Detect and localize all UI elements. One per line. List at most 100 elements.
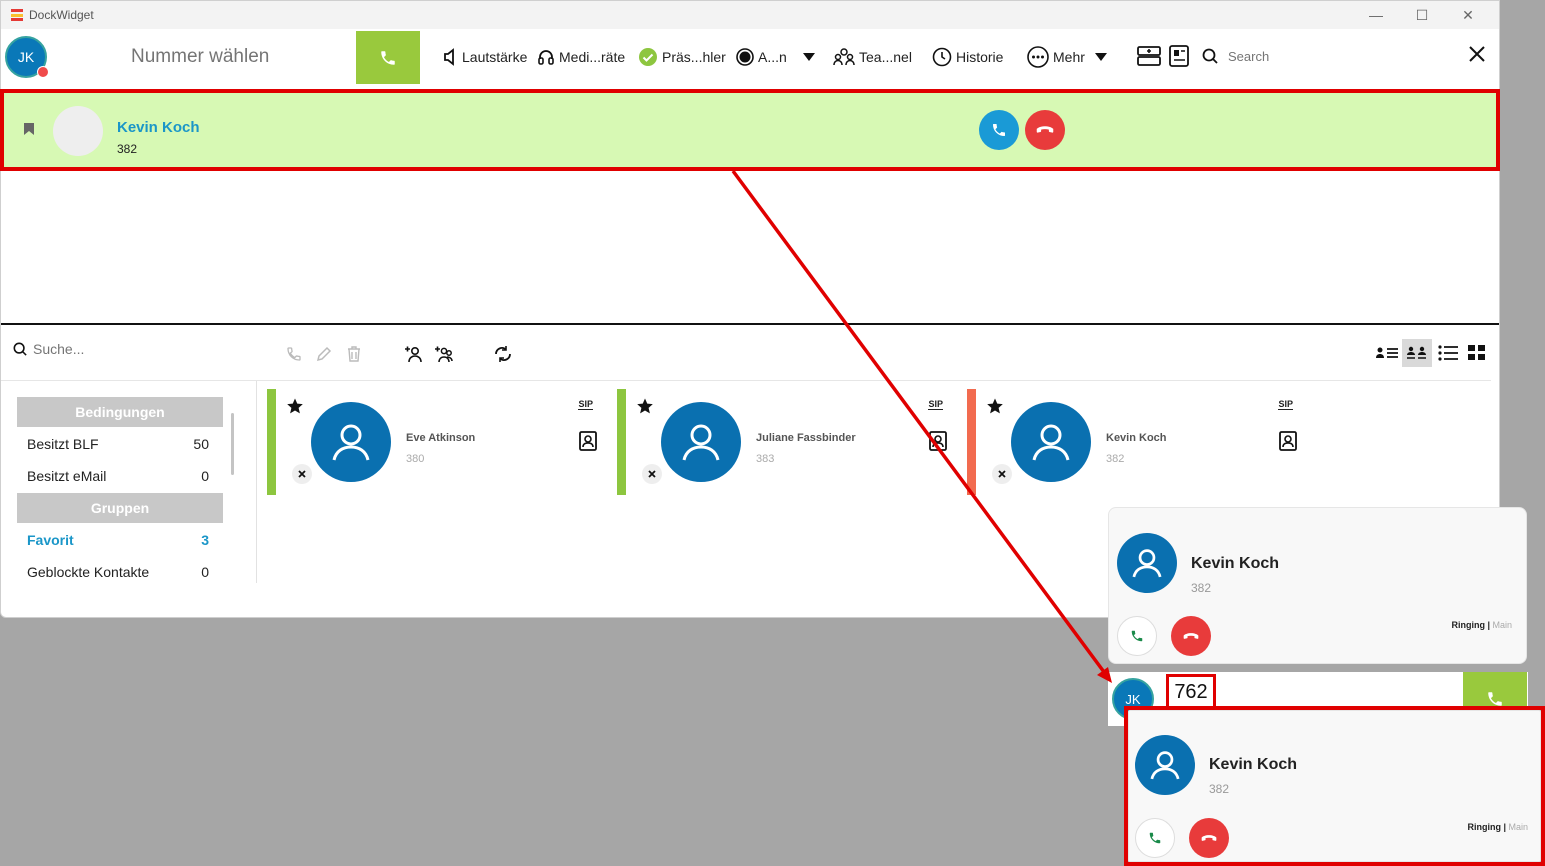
condition-blf[interactable]: Besitzt BLF 50: [27, 433, 209, 455]
remove-favorite-button[interactable]: [992, 464, 1012, 484]
dial-number-input[interactable]: [131, 43, 331, 71]
toolbar-presence-label: Präs...hler: [662, 49, 726, 65]
group-blocked[interactable]: Geblockte Kontakte 0: [27, 561, 209, 583]
phone-icon: [993, 124, 1005, 136]
layout-icon-button[interactable]: [1168, 45, 1190, 67]
filter-scrollbar[interactable]: [231, 413, 234, 475]
headset-icon: [538, 50, 554, 65]
toolbar-history[interactable]: Historie: [932, 46, 1003, 68]
contact-card[interactable]: Eve Atkinson 380 SIP: [267, 389, 607, 495]
contact-number: 383: [756, 453, 775, 465]
popup-reject-button[interactable]: [1171, 616, 1211, 656]
toolbar-volume[interactable]: Lautstärke: [442, 46, 527, 68]
search-icon: [13, 342, 27, 356]
user-icon: [332, 424, 370, 461]
answer-call-button[interactable]: [979, 110, 1019, 150]
contacts-toolbar: [1, 335, 1499, 371]
transfer-icon: [1137, 46, 1161, 66]
view-list-detail-button[interactable]: [1373, 339, 1401, 367]
toolbar-team-label: Tea...nel: [859, 49, 912, 65]
list-detail-icon: [1376, 347, 1398, 358]
call-contact-button[interactable]: [283, 343, 305, 365]
toolbar-media-devices[interactable]: Medi...räte: [537, 46, 625, 68]
maximize-icon[interactable]: ☐: [1399, 1, 1445, 29]
hangup-call-button[interactable]: [1025, 110, 1065, 150]
remove-favorite-button[interactable]: [642, 464, 662, 484]
incoming-call-popup-docked[interactable]: Kevin Koch 382 Ringing | Main: [1128, 710, 1541, 862]
transfer-icon-button[interactable]: [1136, 45, 1162, 67]
mini-dial-number[interactable]: 762: [1166, 674, 1216, 710]
user-avatar[interactable]: JK: [5, 36, 49, 78]
condition-count: 50: [193, 436, 209, 452]
incoming-call-popup[interactable]: Kevin Koch 382 Ringing | Main: [1108, 507, 1527, 664]
check-circle-icon: [639, 48, 657, 66]
star-icon[interactable]: [986, 397, 1004, 415]
popup-accept-button[interactable]: [1117, 616, 1157, 656]
popup-caller-avatar: [1135, 735, 1195, 795]
contact-name: Eve Atkinson: [406, 432, 476, 444]
more-dots-icon: [1027, 46, 1049, 68]
contact-card-icon[interactable]: [1279, 431, 1297, 451]
hangup-icon: [1036, 126, 1054, 133]
view-list-button[interactable]: [1434, 339, 1462, 367]
group-count: 0: [201, 564, 209, 580]
dial-call-button[interactable]: [356, 31, 420, 84]
popup-caller-number: 382: [1191, 581, 1212, 595]
close-icon: [998, 470, 1006, 478]
bookmark-icon[interactable]: [24, 123, 34, 135]
remove-favorite-button[interactable]: [292, 464, 312, 484]
condition-count: 0: [201, 468, 209, 484]
condition-label: Besitzt eMail: [27, 468, 107, 484]
contact-number: 380: [406, 453, 425, 465]
condition-email[interactable]: Besitzt eMail 0: [27, 465, 209, 487]
global-search-input[interactable]: [1228, 48, 1448, 64]
layout-icon: [1169, 45, 1189, 67]
close-window-icon[interactable]: ✕: [1445, 1, 1491, 29]
add-contact-button[interactable]: [403, 343, 425, 365]
minimize-icon[interactable]: —: [1353, 1, 1399, 29]
group-favorit[interactable]: Favorit 3: [27, 529, 209, 551]
contacts-filter-panel: Bedingungen Besitzt BLF 50 Besitzt eMail…: [1, 381, 257, 583]
toolbar-status-dropdown[interactable]: A...n: [736, 46, 815, 68]
caret-down-icon: [802, 53, 815, 61]
popup-accept-button[interactable]: [1135, 818, 1175, 858]
delete-contact-button[interactable]: [343, 343, 365, 365]
list-icon: [1438, 345, 1458, 361]
toolbar-status-label: A...n: [758, 49, 787, 65]
contact-card[interactable]: Juliane Fassbinder 383 SIP: [617, 389, 957, 495]
phone-icon: [1131, 630, 1143, 642]
toolbar-media-label: Medi...räte: [559, 49, 625, 65]
view-cards-button[interactable]: [1402, 339, 1432, 367]
toolbar: JK Lautstärke Medi...räte Präs...hler A.…: [1, 29, 1499, 85]
group-label: Geblockte Kontakte: [27, 564, 150, 580]
sync-icon: [495, 346, 511, 362]
app-icon: [11, 9, 23, 21]
star-icon[interactable]: [286, 397, 304, 415]
active-call-row[interactable]: Kevin Koch 382: [3, 93, 1499, 170]
popup-call-status: Ringing | Main: [1467, 822, 1528, 832]
add-group-button[interactable]: [433, 343, 455, 365]
edit-contact-button[interactable]: [313, 343, 335, 365]
add-group-icon: [435, 346, 453, 363]
contact-card-icon[interactable]: [929, 431, 947, 451]
close-icon[interactable]: [1468, 45, 1486, 63]
contacts-search-input[interactable]: [33, 341, 233, 357]
popup-reject-button[interactable]: [1189, 818, 1229, 858]
user-icon: [1032, 424, 1070, 461]
presence-dot: [37, 66, 49, 78]
star-icon[interactable]: [636, 397, 654, 415]
toolbar-team-panel[interactable]: Tea...nel: [833, 46, 912, 68]
toolbar-presence[interactable]: Präs...hler: [638, 46, 726, 68]
contact-avatar: [311, 402, 391, 482]
toolbar-history-label: Historie: [956, 49, 1004, 65]
contact-card[interactable]: Kevin Koch 382 SIP: [967, 389, 1307, 495]
panel-divider[interactable]: [1, 323, 1499, 325]
user-icon: [1132, 549, 1162, 578]
contact-card-icon[interactable]: [579, 431, 597, 451]
toolbar-more-dropdown[interactable]: Mehr: [1027, 46, 1107, 68]
search-icon: [1202, 48, 1218, 64]
contacts-search: [13, 341, 233, 357]
sync-contacts-button[interactable]: [492, 343, 514, 365]
view-grid-button[interactable]: [1463, 339, 1491, 367]
add-user-icon: [405, 346, 422, 363]
